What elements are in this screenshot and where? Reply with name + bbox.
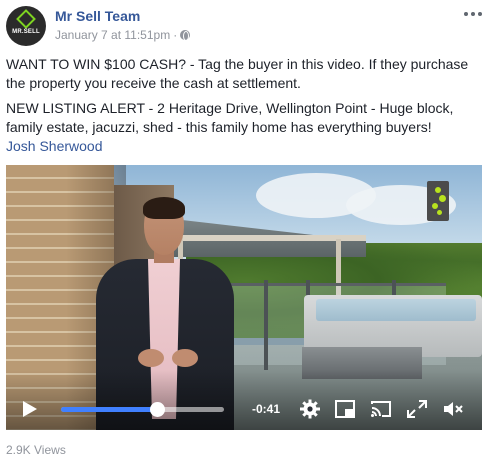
- page-name-link[interactable]: Mr Sell Team: [55, 8, 140, 24]
- meta-separator: ·: [173, 28, 178, 42]
- video-frame-spa-water: [316, 299, 476, 321]
- presenter-hand: [172, 349, 198, 367]
- post-paragraph-2: NEW LISTING ALERT - 2 Heritage Drive, We…: [6, 100, 454, 135]
- seek-bar[interactable]: [61, 402, 224, 417]
- post-timestamp[interactable]: January 7 at 11:51pm: [55, 28, 170, 42]
- seek-progress: [61, 407, 158, 412]
- globe-icon[interactable]: [180, 30, 191, 41]
- volume-muted-icon[interactable]: [443, 399, 465, 419]
- avatar-logo-mark: [16, 9, 36, 29]
- video-player[interactable]: -0:41: [6, 165, 482, 430]
- post-meta: January 7 at 11:51pm ·: [55, 28, 191, 42]
- cast-icon[interactable]: [370, 399, 392, 419]
- post-paragraph-1: WANT TO WIN $100 CASH? - Tag the buyer i…: [6, 56, 469, 91]
- avatar-text: MR.SELL: [12, 29, 40, 35]
- page-avatar[interactable]: MR.SELL: [6, 6, 46, 46]
- video-watermark-logo: [427, 181, 449, 221]
- gear-icon[interactable]: [299, 399, 321, 419]
- view-count: 2.9K Views: [6, 443, 66, 457]
- time-remaining: -0:41: [252, 402, 281, 416]
- picture-in-picture-icon[interactable]: [334, 399, 356, 419]
- post-header: MR.SELL Mr Sell Team January 7 at 11:51p…: [6, 6, 486, 46]
- presenter-hair: [143, 197, 185, 219]
- fullscreen-icon[interactable]: [406, 399, 428, 419]
- video-frame-fence-post: [264, 280, 268, 370]
- play-icon[interactable]: [21, 400, 37, 418]
- more-options-icon[interactable]: [464, 10, 482, 18]
- tagged-person-link[interactable]: Josh Sherwood: [6, 137, 482, 156]
- post-text: WANT TO WIN $100 CASH? - Tag the buyer i…: [6, 55, 482, 156]
- presenter-hand: [138, 349, 164, 367]
